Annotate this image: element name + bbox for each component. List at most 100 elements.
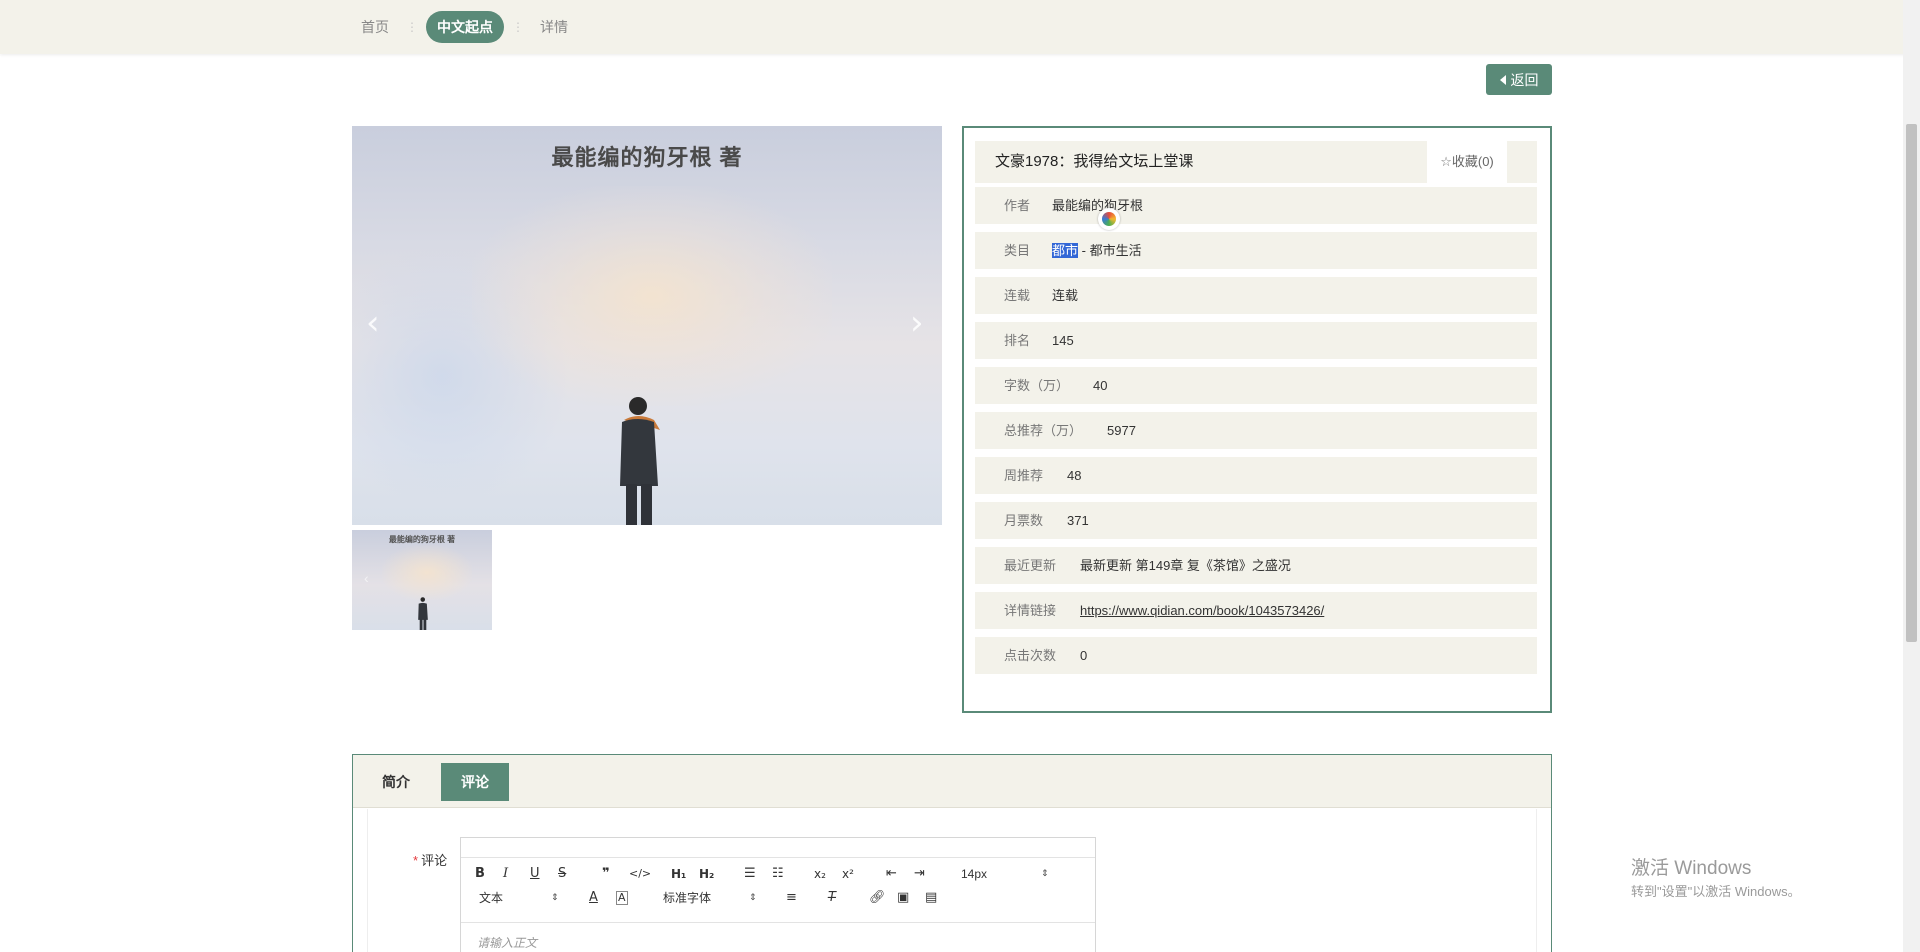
indent-icon[interactable]: ⇥ <box>914 864 925 884</box>
info-value: 145 <box>1052 333 1074 348</box>
info-value: 48 <box>1067 468 1082 483</box>
info-row-weekly-recommend: 周推荐 48 <box>975 457 1537 494</box>
info-row-category: 类目 都市 - 都市生活 <box>975 232 1537 269</box>
editor-placeholder: 请输入正文 <box>477 936 538 950</box>
info-value: 都市 - 都市生活 <box>1052 232 1142 269</box>
breadcrumb-current-site[interactable]: 中文起点 <box>426 11 504 43</box>
caret-left-icon <box>1499 74 1506 85</box>
text-type-value: 文本 <box>479 891 504 905</box>
watermark-line2: 转到"设置"以激活 Windows。 <box>1631 884 1801 899</box>
info-value-rest: - 都市生活 <box>1081 243 1142 258</box>
info-row-monthly-votes: 月票数 371 <box>975 502 1537 539</box>
thumbnail-author-text: 最能编的狗牙根 著 <box>388 535 456 544</box>
select-caret-icon: ⇕ <box>551 893 559 903</box>
star-outline-icon: ☆ <box>1440 155 1452 170</box>
extension-logo <box>1102 212 1116 226</box>
page-scrollbar[interactable] <box>1903 0 1920 952</box>
chevron-right-icon[interactable]: › <box>910 306 924 340</box>
title-row: 文豪1978：我得给文坛上堂课 ☆收藏(0) <box>975 141 1537 183</box>
font-family-select[interactable]: 标准字体 ⇕ <box>663 888 757 908</box>
clear-format-icon[interactable]: T̶ <box>828 888 836 908</box>
comment-label-text: 评论 <box>421 853 448 868</box>
ordered-list-icon[interactable]: ☰ <box>744 864 756 884</box>
info-row-detail-link: 详情链接 https://www.qidian.com/book/1043573… <box>975 592 1537 629</box>
info-value: 40 <box>1093 378 1108 393</box>
info-value: 最新更新 第149章 复《茶馆》之盛况 <box>1080 558 1291 573</box>
tab-bar: 简介 评论 <box>353 755 1551 808</box>
back-button-label: 返回 <box>1510 71 1539 88</box>
cover-background <box>472 186 832 406</box>
info-label: 排名 <box>1004 333 1031 348</box>
header1-icon[interactable]: H₁ <box>671 864 686 884</box>
cover-author-text: 最能编的狗牙根 著 <box>551 145 743 170</box>
comment-label: * 评论 <box>413 850 447 869</box>
select-caret-icon: ⇕ <box>1041 869 1049 879</box>
info-label: 点击次数 <box>1004 648 1057 663</box>
back-button[interactable]: 返回 <box>1486 64 1552 95</box>
underline-icon[interactable]: U <box>530 864 540 884</box>
cover-thumbnail[interactable]: 最能编的狗牙根 著 ‹ <box>352 530 492 630</box>
link-icon[interactable]: 🔗︎ <box>869 888 886 908</box>
info-value: 371 <box>1067 513 1089 528</box>
editor-top-border <box>461 838 1095 858</box>
info-row-author: 作者 最能编的狗牙根 <box>975 187 1537 224</box>
watermark-line1: 激活 Windows <box>1631 858 1752 879</box>
chevron-left-icon: ‹ <box>364 570 369 586</box>
info-label: 月票数 <box>1004 513 1044 528</box>
select-caret-icon: ⇕ <box>749 893 757 903</box>
book-info-panel: 文豪1978：我得给文坛上堂课 ☆收藏(0) 作者 最能编的狗牙根 类目 都市 … <box>962 126 1552 713</box>
bullet-list-icon[interactable]: ☷ <box>772 864 784 884</box>
info-row-words: 字数（万） 40 <box>975 367 1537 404</box>
info-value: 5977 <box>1107 423 1136 438</box>
info-label: 字数（万） <box>1004 378 1070 393</box>
comment-editor[interactable]: B I U S ❞ </> H₁ H₂ ☰ ☷ x₂ x² ⇤ ⇥ 14px ⇕ … <box>460 837 1096 952</box>
italic-icon[interactable]: I <box>503 864 508 884</box>
superscript-icon[interactable]: x² <box>842 864 854 884</box>
windows-watermark: 激活 Windows 转到"设置"以激活 Windows。 <box>1631 857 1801 903</box>
info-row-clicks: 点击次数 0 <box>975 637 1537 674</box>
info-row-rank: 排名 145 <box>975 322 1537 359</box>
favorite-label: 收藏(0) <box>1451 154 1494 169</box>
align-icon[interactable]: ≡ <box>786 888 797 908</box>
thumbnail-figure <box>418 597 428 630</box>
video-icon[interactable]: ▤ <box>925 888 937 908</box>
strike-icon[interactable]: S <box>558 864 566 884</box>
font-color-icon[interactable]: A <box>589 888 598 908</box>
font-family-value: 标准字体 <box>663 891 712 905</box>
breadcrumb-separator: ⋮ <box>512 20 524 34</box>
font-size-select[interactable]: 14px ⇕ <box>961 864 1051 884</box>
chevron-left-icon[interactable]: ‹ <box>366 306 380 340</box>
editor-divider <box>461 922 1095 923</box>
favorite-button[interactable]: ☆收藏(0) <box>1427 141 1507 183</box>
image-icon[interactable]: ▣ <box>897 888 909 908</box>
background-color-icon[interactable]: A <box>616 891 628 905</box>
breadcrumb-separator: ⋮ <box>406 20 418 34</box>
tab-comment[interactable]: 评论 <box>441 763 509 801</box>
cover-carousel: 最能编的狗牙根 著 ‹ › <box>352 126 942 525</box>
info-label: 连载 <box>1004 288 1031 303</box>
breadcrumb: 首页 ⋮ 中文起点 ⋮ 详情 <box>0 0 1920 54</box>
info-label: 最近更新 <box>1004 558 1057 573</box>
info-row-latest-update: 最近更新 最新更新 第149章 复《茶馆》之盛况 <box>975 547 1537 584</box>
tab-intro[interactable]: 简介 <box>362 763 430 801</box>
font-size-value: 14px <box>961 867 988 881</box>
subscript-icon[interactable]: x₂ <box>814 864 826 884</box>
outdent-icon[interactable]: ⇤ <box>886 864 897 884</box>
code-icon[interactable]: </> <box>629 864 651 884</box>
quote-icon[interactable]: ❞ <box>602 864 610 884</box>
info-value: 连载 <box>1052 288 1079 303</box>
info-row-serial: 连载 连载 <box>975 277 1537 314</box>
cover-figure <box>620 397 660 525</box>
info-row-total-recommend: 总推荐（万） 5977 <box>975 412 1537 449</box>
breadcrumb-home-link[interactable]: 首页 <box>361 0 389 54</box>
detail-link[interactable]: https://www.qidian.com/book/1043573426/ <box>1080 592 1324 629</box>
bold-icon[interactable]: B <box>475 864 485 884</box>
scrollbar-thumb[interactable] <box>1906 124 1917 642</box>
info-label: 周推荐 <box>1004 468 1044 483</box>
book-title: 文豪1978：我得给文坛上堂课 <box>995 153 1194 170</box>
text-type-select[interactable]: 文本 ⇕ <box>479 888 569 908</box>
info-label: 作者 <box>1004 198 1031 213</box>
header2-icon[interactable]: H₂ <box>699 864 714 884</box>
info-label: 总推荐（万） <box>1004 423 1083 438</box>
info-label: 详情链接 <box>1004 603 1057 618</box>
